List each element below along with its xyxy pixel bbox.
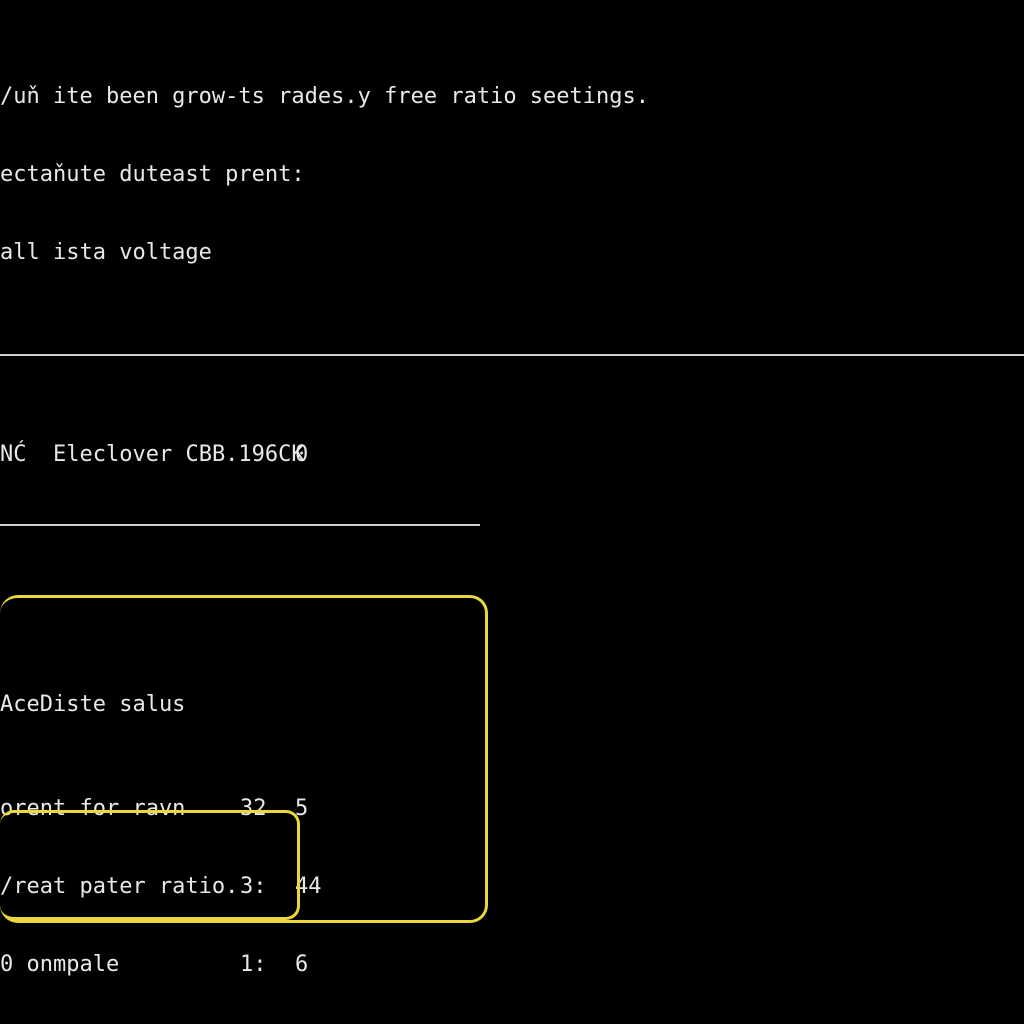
table-row: orent for ravn325 (0, 796, 1024, 822)
table-row: /reat pater ratio.3:44 (0, 874, 1024, 900)
header-line-3: all ista voltage (0, 240, 1024, 266)
table-row: 0 onmpale1:6 (0, 952, 1024, 978)
device-header: NĆ Eleclover CBB.196CK 0 (0, 442, 1024, 468)
header-line-1: /uň ite been grow-ts rades.y free ratio … (0, 84, 1024, 110)
divider-device (0, 524, 480, 526)
highlight-box-inner (0, 810, 300, 920)
divider-top (0, 354, 1024, 356)
group-a-title: AceDiste salus (0, 692, 1024, 718)
terminal-screen: /uň ite been grow-ts rades.y free ratio … (0, 0, 1024, 1024)
header-line-2: ectaňute duteast prent: (0, 162, 1024, 188)
